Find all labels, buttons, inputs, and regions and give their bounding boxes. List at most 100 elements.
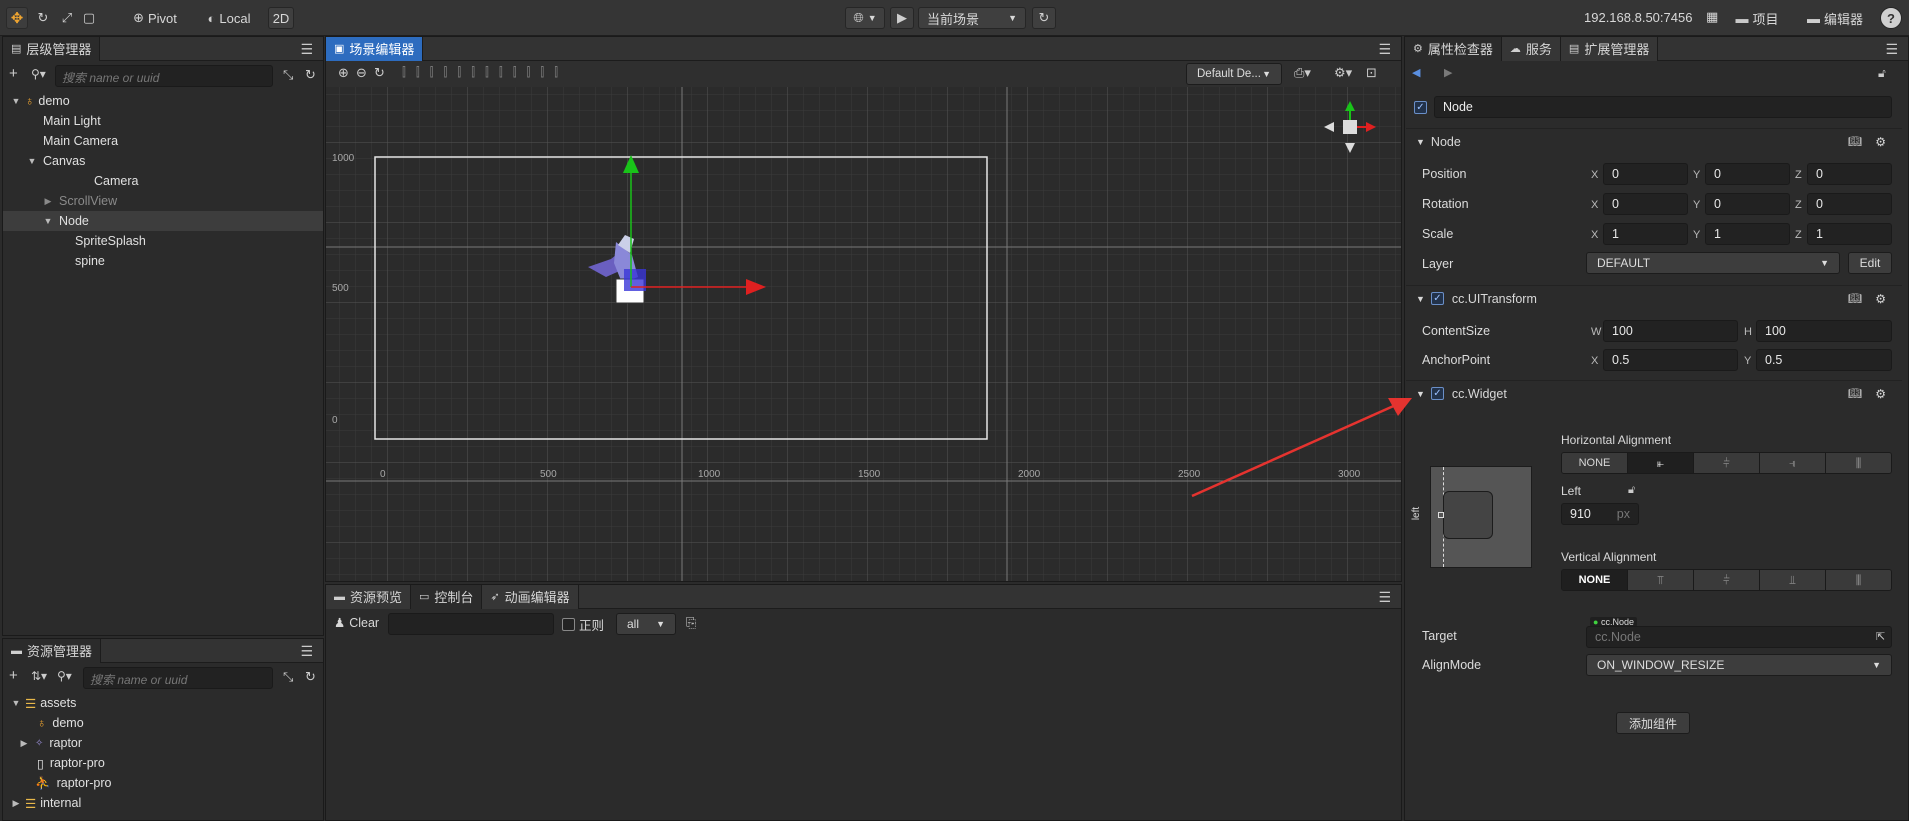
- tree-item-main-light[interactable]: Main Light: [3, 111, 323, 131]
- collapse-icon[interactable]: ⤡: [283, 67, 293, 83]
- expand-triangle-icon[interactable]: ▼: [1416, 294, 1425, 304]
- scene-select[interactable]: 当前场景 ▼: [918, 7, 1026, 29]
- v-align-top-icon[interactable]: ⫪: [1628, 570, 1694, 590]
- help-button[interactable]: ?: [1880, 7, 1902, 29]
- rect-tool-button[interactable]: ▢: [80, 7, 98, 29]
- node-section-header[interactable]: ▼ Node 📖︎ ⚙: [1406, 128, 1902, 154]
- sort-icon[interactable]: ⇅▾: [31, 669, 47, 683]
- pivot-button[interactable]: ⊕ Pivot: [122, 7, 188, 29]
- play-button[interactable]: ▶: [890, 7, 914, 29]
- add-component-button[interactable]: 添加组件: [1616, 712, 1690, 734]
- expand-triangle-icon[interactable]: ▼: [27, 156, 37, 166]
- tree-item-node[interactable]: ▼ Node: [3, 211, 323, 231]
- expand-triangle-icon[interactable]: ▼: [43, 216, 53, 226]
- asset-item-raptor[interactable]: ▶ ✧ raptor: [3, 733, 323, 753]
- platform-select[interactable]: 🌐︎ ▼: [845, 7, 885, 29]
- h-align-none-button[interactable]: NONE: [1562, 453, 1628, 473]
- 2d-toggle-button[interactable]: 2D: [268, 7, 294, 29]
- back-arrow-icon[interactable]: ◀: [1412, 66, 1420, 79]
- tab-hierarchy[interactable]: ▤ 层级管理器: [3, 36, 101, 61]
- content-width-input[interactable]: 100: [1603, 320, 1738, 342]
- collapsed-triangle-icon[interactable]: ▶: [19, 738, 29, 749]
- assets-search-input[interactable]: 搜索 name or uuid: [83, 667, 273, 689]
- position-y-input[interactable]: 0: [1705, 163, 1790, 185]
- rotate-tool-button[interactable]: ↻: [34, 7, 52, 29]
- local-button[interactable]: ◐ Local: [196, 7, 262, 29]
- align-tools-icons[interactable]: ⫿⫿⫿⫿⫿⫿⫿⫿⫿⫿⫿⫿: [402, 65, 568, 80]
- panel-menu-icon[interactable]: ☰: [1378, 589, 1391, 606]
- tree-item-spritesplash[interactable]: SpriteSplash: [3, 231, 323, 251]
- layer-select[interactable]: DEFAULT ▼: [1586, 252, 1840, 274]
- rotation-z-input[interactable]: 0: [1807, 193, 1892, 215]
- tree-item-camera[interactable]: Camera: [3, 171, 323, 191]
- scale-x-input[interactable]: 1: [1603, 223, 1688, 245]
- forward-arrow-icon[interactable]: ▶: [1444, 66, 1452, 79]
- snapshot-icon[interactable]: ⊡: [1366, 65, 1377, 81]
- panel-menu-icon[interactable]: ☰: [1885, 41, 1898, 58]
- preview-ip[interactable]: 192.168.8.50:7456: [1584, 10, 1692, 25]
- tab-assets[interactable]: ▬ 资源管理器: [3, 638, 102, 663]
- uitransform-section-header[interactable]: ▼ ✓ cc.UITransform 📖︎ ⚙: [1406, 285, 1902, 311]
- h-align-center-icon[interactable]: ⫩: [1694, 453, 1760, 473]
- tab-services[interactable]: ☁ 服务: [1501, 36, 1561, 61]
- expand-triangle-icon[interactable]: ▼: [1416, 137, 1425, 147]
- regex-toggle[interactable]: 正则: [562, 615, 604, 634]
- anchor-x-input[interactable]: 0.5: [1603, 349, 1738, 371]
- tree-item-spine[interactable]: spine: [3, 251, 323, 271]
- hierarchy-search-input[interactable]: 搜索 name or uuid: [55, 65, 273, 87]
- pick-target-icon[interactable]: ⇱: [1876, 630, 1885, 643]
- clear-button[interactable]: ♟ Clear: [334, 615, 379, 631]
- tab-console[interactable]: ▭ 控制台: [411, 584, 483, 609]
- h-align-left-icon[interactable]: ⫦: [1628, 453, 1694, 473]
- tab-asset-preview[interactable]: ▬ 资源预览: [326, 584, 412, 609]
- search-icon[interactable]: ⚲▾: [31, 67, 46, 81]
- panel-menu-icon[interactable]: ☰: [300, 643, 313, 660]
- widget-section-header[interactable]: ▼ ✓ cc.Widget 📖︎ ⚙: [1406, 380, 1902, 406]
- position-z-input[interactable]: 0: [1807, 163, 1892, 185]
- expand-triangle-icon[interactable]: ▼: [11, 698, 21, 708]
- node-name-input[interactable]: Node: [1434, 96, 1892, 118]
- unlock-icon[interactable]: 🔓︎: [1628, 484, 1635, 497]
- asset-item-raptor-pro-skeleton[interactable]: ⛹ raptor-pro: [3, 773, 323, 793]
- tab-animation-editor[interactable]: ➶ 动画编辑器: [482, 584, 579, 609]
- gear-icon[interactable]: ⚙: [1875, 135, 1886, 149]
- position-x-input[interactable]: 0: [1603, 163, 1688, 185]
- project-button[interactable]: ▬ 项目: [1730, 7, 1784, 29]
- layer-edit-button[interactable]: Edit: [1848, 252, 1892, 274]
- anchor-y-input[interactable]: 0.5: [1756, 349, 1892, 371]
- tree-item-main-camera[interactable]: Main Camera: [3, 131, 323, 151]
- editor-button[interactable]: ▬ 编辑器: [1800, 7, 1870, 29]
- zoom-in-icon[interactable]: ⊕: [338, 65, 349, 81]
- help-doc-icon[interactable]: 📖︎: [1848, 292, 1862, 305]
- tree-item-canvas[interactable]: ▼ Canvas: [3, 151, 323, 171]
- align-mode-select[interactable]: ON_WINDOW_RESIZE ▼: [1586, 654, 1892, 676]
- refresh-icon[interactable]: ↻: [305, 669, 316, 685]
- camera-menu-icon[interactable]: ⎙▾: [1294, 65, 1311, 81]
- tree-item-demo[interactable]: ▼ ♁ demo: [3, 91, 323, 111]
- node-active-checkbox[interactable]: ✓: [1414, 101, 1427, 114]
- v-align-stretch-icon[interactable]: ⫼: [1826, 570, 1891, 590]
- widget-enabled-checkbox[interactable]: ✓: [1430, 387, 1444, 400]
- content-height-input[interactable]: 100: [1756, 320, 1892, 342]
- left-offset-input[interactable]: 910 px: [1561, 503, 1639, 525]
- console-filter-input[interactable]: [388, 613, 554, 635]
- qrcode-icon[interactable]: ▦: [1706, 9, 1718, 25]
- help-doc-icon[interactable]: 📖︎: [1848, 387, 1862, 400]
- h-align-stretch-icon[interactable]: ⫼: [1826, 453, 1891, 473]
- rotation-x-input[interactable]: 0: [1603, 193, 1688, 215]
- v-align-middle-icon[interactable]: ⫩: [1694, 570, 1760, 590]
- collapse-icon[interactable]: ⤡: [283, 669, 293, 685]
- gear-icon[interactable]: ⚙: [1875, 292, 1886, 306]
- v-align-none-button[interactable]: NONE: [1562, 570, 1628, 590]
- h-align-right-icon[interactable]: ⫣: [1760, 453, 1826, 473]
- search-icon[interactable]: ⚲▾: [57, 669, 72, 683]
- zoom-out-icon[interactable]: ⊖: [356, 65, 367, 81]
- regex-checkbox[interactable]: [562, 618, 575, 631]
- refresh-button[interactable]: ↻: [1032, 7, 1056, 29]
- collapsed-triangle-icon[interactable]: ▶: [11, 798, 21, 809]
- scale-tool-button[interactable]: ⤢: [58, 7, 76, 29]
- camera-select[interactable]: Default De... ▼: [1186, 63, 1282, 85]
- asset-item-internal[interactable]: ▶ ☰ internal: [3, 793, 323, 813]
- refresh-icon[interactable]: ↻: [305, 67, 316, 83]
- asset-item-assets[interactable]: ▼ ☰ assets: [3, 693, 323, 713]
